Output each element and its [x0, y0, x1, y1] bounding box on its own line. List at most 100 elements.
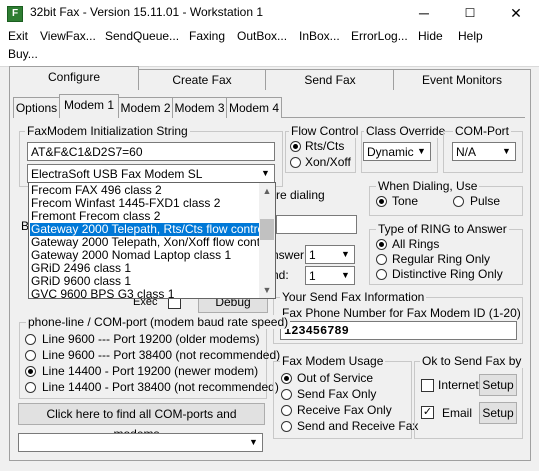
menu-errorlog[interactable]: ErrorLog...	[351, 29, 408, 43]
dropdown-item[interactable]: Frecom Winfast 1445-FXD1 class 2	[30, 197, 261, 210]
second-value: 1	[309, 269, 316, 283]
menu-viewfax[interactable]: ViewFax...	[40, 29, 96, 43]
app-icon: F	[7, 6, 23, 22]
radio-send-and-receive[interactable]	[281, 421, 292, 432]
dropdown-item[interactable]: Fremont Frecom class 2	[30, 210, 261, 223]
radio-distinctive-ring[interactable]	[376, 269, 387, 280]
dialing-fragment: re dialing	[276, 188, 325, 202]
send-fax-only-label: Send Fax Only	[297, 387, 377, 401]
answer-label: nswer:	[272, 248, 308, 262]
dropdown-item[interactable]: Frecom FAX 496 class 2	[30, 184, 261, 197]
menu-hide[interactable]: Hide	[418, 29, 443, 43]
ok-to-send-group	[414, 361, 523, 439]
radio-line-14400-38400[interactable]	[25, 382, 36, 393]
email-label: Email	[442, 406, 473, 420]
answer-rings-select[interactable]: 1 ▼	[305, 245, 355, 264]
com-port-label: COM-Port	[453, 124, 511, 138]
close-icon[interactable]: ✕	[493, 0, 539, 26]
all-rings-label: All Rings	[392, 237, 440, 251]
baud-option-label: Line 9600 --- Port 38400 (not recommende…	[42, 348, 281, 362]
menu-outbox[interactable]: OutBox...	[237, 29, 287, 43]
receive-fax-only-label: Receive Fax Only	[297, 403, 392, 417]
tab-modem-3[interactable]: Modem 3	[172, 97, 227, 118]
dropdown-item[interactable]: Gateway 2000 Nomad Laptop class 1	[30, 249, 261, 262]
modem-type-value: ElectraSoft USB Fax Modem SL	[31, 167, 203, 181]
ok-to-send-label: Ok to Send Fax by	[420, 354, 524, 368]
modem-type-dropdown[interactable]: Frecom FAX 496 class 2 Frecom Winfast 14…	[28, 182, 276, 301]
bottom-select[interactable]: ▼	[18, 433, 263, 452]
scroll-up-icon[interactable]: ▲	[259, 183, 275, 199]
dropdown-item[interactable]: Gateway 2000 Telepath, Xon/Xoff flow con…	[30, 236, 261, 249]
ring-type-label: Type of RING to Answer	[376, 222, 509, 236]
radio-out-of-service[interactable]	[281, 373, 292, 384]
menu-help[interactable]: Help	[458, 29, 483, 43]
find-com-ports-button[interactable]: Click here to find all COM-ports and mod…	[18, 403, 265, 441]
email-setup-button[interactable]: Setup	[479, 402, 517, 424]
tab-modem-4[interactable]: Modem 4	[226, 97, 282, 118]
second-select[interactable]: 1 ▼	[305, 266, 355, 285]
dropdown-item[interactable]: GVC 9600 BPS G3 class 1	[30, 288, 261, 301]
radio-line-9600-19200[interactable]	[25, 334, 36, 345]
maximize-icon[interactable]: ☐	[447, 0, 493, 26]
chevron-down-icon[interactable]: ▼	[258, 166, 273, 181]
dropdown-item[interactable]: GRiD 9600 class 1	[30, 275, 261, 288]
menu-exit[interactable]: Exit	[8, 29, 28, 43]
xon-xoff-label: Xon/Xoff	[305, 155, 351, 169]
chevron-down-icon[interactable]: ▼	[338, 268, 353, 283]
tab-send-fax[interactable]: Send Fax	[265, 69, 395, 90]
tab-configure[interactable]: Configure	[9, 66, 139, 90]
menu-faxing[interactable]: Faxing	[189, 29, 225, 43]
menu-sendqueue[interactable]: SendQueue...	[105, 29, 179, 43]
flow-control-label: Flow Control	[289, 124, 361, 138]
scroll-down-icon[interactable]: ▼	[259, 282, 275, 298]
radio-rts-cts[interactable]	[290, 141, 301, 152]
internet-checkbox[interactable]	[421, 379, 434, 392]
window-title: 32bit Fax - Version 15.11.01 - Workstati…	[30, 5, 264, 19]
tab-event-monitors[interactable]: Event Monitors	[393, 69, 531, 90]
tab-modem-1[interactable]: Modem 1	[59, 94, 119, 118]
send-and-receive-label: Send and Receive Fax	[297, 419, 419, 433]
baud-option-label: Line 14400 - Port 38400 (not recommended…	[42, 380, 279, 394]
scrollbar-thumb[interactable]	[260, 219, 274, 240]
radio-all-rings[interactable]	[376, 239, 387, 250]
radio-pulse[interactable]	[453, 196, 464, 207]
init-string-input[interactable]: AT&F&C1&D2S7=60	[27, 142, 275, 161]
radio-send-fax-only[interactable]	[281, 389, 292, 400]
internet-setup-button[interactable]: Setup	[479, 374, 517, 396]
radio-receive-fax-only[interactable]	[281, 405, 292, 416]
class-override-label: Class Override	[364, 124, 448, 138]
fax-modem-usage-label: Fax Modem Usage	[280, 354, 386, 368]
modem-type-select[interactable]: ElectraSoft USB Fax Modem SL ▼	[27, 164, 275, 183]
tab-modem-2[interactable]: Modem 2	[118, 97, 173, 118]
class-override-value: Dynamic	[367, 145, 414, 159]
radio-regular-ring[interactable]	[376, 254, 387, 265]
radio-line-9600-38400[interactable]	[25, 350, 36, 361]
menu-buy[interactable]: Buy...	[8, 47, 38, 61]
radio-xon-xoff[interactable]	[290, 157, 301, 168]
email-checkbox[interactable]: ✓	[421, 406, 434, 419]
dropdown-scrollbar[interactable]: ▲ ▼	[259, 183, 275, 298]
chevron-down-icon[interactable]: ▼	[246, 435, 261, 450]
chevron-down-icon[interactable]: ▼	[499, 144, 514, 159]
tab-create-fax[interactable]: Create Fax	[137, 69, 267, 90]
tone-label: Tone	[392, 194, 419, 208]
menu-inbox[interactable]: InBox...	[299, 29, 340, 43]
dropdown-item[interactable]: GRiD 2496 class 1	[30, 262, 261, 275]
dropdown-item-selected[interactable]: Gateway 2000 Telepath, Rts/Cts flow cont…	[29, 222, 262, 237]
com-port-value: N/A	[456, 145, 477, 159]
radio-tone[interactable]	[376, 196, 387, 207]
out-of-service-label: Out of Service	[297, 371, 374, 385]
radio-line-14400-19200[interactable]	[25, 366, 36, 377]
minimize-icon[interactable]: ─	[401, 0, 447, 26]
tab-options[interactable]: Options	[13, 97, 60, 118]
chevron-down-icon[interactable]: ▼	[414, 144, 429, 159]
distinctive-ring-label: Distinctive Ring Only	[392, 267, 503, 281]
fax-phone-input[interactable]: 123456789	[280, 321, 517, 340]
internet-label: Internet	[438, 378, 479, 392]
class-override-select[interactable]: Dynamic ▼	[363, 142, 431, 161]
com-port-select[interactable]: N/A ▼	[452, 142, 516, 161]
hidden-input[interactable]	[276, 215, 357, 234]
regular-ring-label: Regular Ring Only	[392, 252, 491, 266]
title-bar: F 32bit Fax - Version 15.11.01 - Worksta…	[0, 0, 539, 26]
chevron-down-icon[interactable]: ▼	[338, 247, 353, 262]
